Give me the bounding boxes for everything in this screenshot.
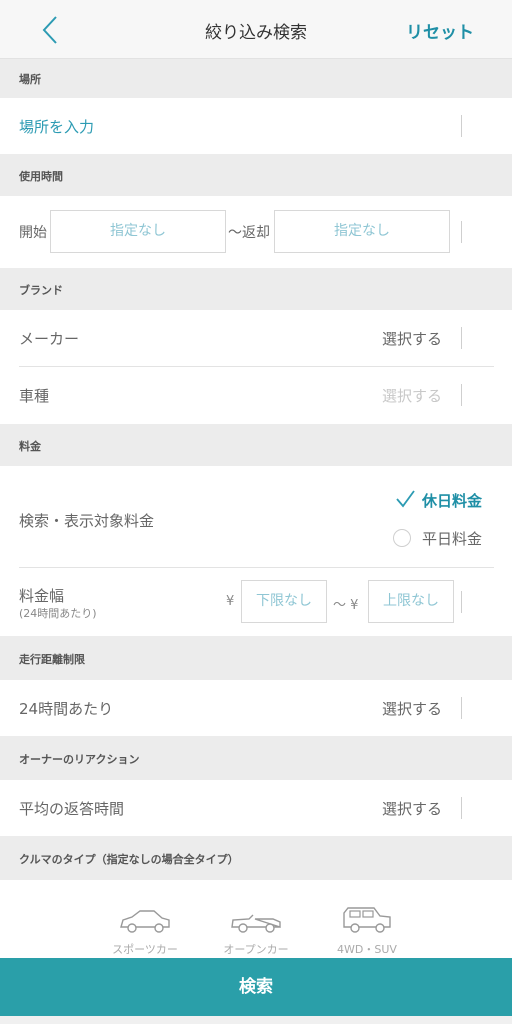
location-input[interactable]: 場所を入力 [19,116,94,137]
row-separator [461,697,462,719]
mileage-label: 24時間あたり [19,700,114,718]
model-label: 車種 [19,387,50,405]
section-header-brand: ブランド [0,268,512,310]
maker-label: メーカー [19,330,80,348]
price-target-row: 検索・表示対象料金 休日料金 平日料金 [0,466,512,568]
row-separator [461,384,462,406]
holiday-price-option[interactable]: 休日料金 [390,488,500,514]
row-separator [461,797,462,819]
car-type-suv[interactable]: 4WD・SUV [317,905,417,957]
checkmark-icon [396,490,415,508]
section-header-car-type: クルマのタイプ（指定なしの場合全タイプ） [0,836,512,880]
convertible-icon [231,914,281,933]
row-separator [461,591,462,613]
owner-response-label: 平均の返答時間 [19,800,125,818]
car-type-label: スポーツカー [112,943,178,956]
lower-price-input[interactable]: 下限なし [241,580,327,623]
price-range-row: 料金幅 (24時間あたり) ¥ 下限なし 〜 ¥ 上限なし [0,568,512,636]
start-label: 開始 [19,225,47,241]
owner-response-row[interactable]: 平均の返答時間 選択する [0,780,512,836]
car-type-label: 4WD・SUV [337,943,397,956]
mileage-select-button[interactable]: 選択する [382,698,442,719]
bottom-strip [0,1016,512,1024]
weekday-price-option[interactable]: 平日料金 [390,526,500,552]
upper-price-input[interactable]: 上限なし [368,580,454,623]
search-button[interactable]: 検索 [0,958,512,1016]
section-header-owner: オーナーのリアクション [0,736,512,780]
section-header-price: 料金 [0,424,512,466]
suv-icon [343,907,391,933]
model-row[interactable]: 車種 選択する [0,367,512,424]
price-range-label: 料金幅 [19,587,65,605]
owner-response-select-button[interactable]: 選択する [382,798,442,819]
price-range-sublabel: (24時間あたり) [19,607,97,620]
section-header-mileage: 走行距離制限 [0,636,512,680]
car-type-sports[interactable]: スポーツカー [95,905,195,957]
weekday-price-label: 平日料金 [422,530,483,548]
radio-unchecked-icon [393,529,411,547]
holiday-price-label: 休日料金 [422,492,483,510]
yen-symbol: ¥ [226,594,235,609]
reset-button[interactable]: リセット [406,18,474,43]
row-separator [461,115,462,137]
navigation-bar: 絞り込み検索 リセット [0,0,512,59]
section-header-location: 場所 [0,59,512,98]
time-row: 開始 指定なし 〜返却 指定なし [0,196,512,268]
maker-row[interactable]: メーカー 選択する [0,310,512,367]
row-separator [461,327,462,349]
car-type-label: オープンカー [223,943,289,956]
return-label: 〜返却 [228,225,270,241]
section-header-time: 使用時間 [0,154,512,196]
start-time-input[interactable]: 指定なし [50,210,226,253]
maker-select-button[interactable]: 選択する [382,328,442,349]
row-separator [461,221,462,243]
price-target-label: 検索・表示対象料金 [19,512,155,530]
location-row[interactable]: 場所を入力 [0,98,512,154]
mileage-row[interactable]: 24時間あたり 選択する [0,680,512,736]
tilde-yen: 〜 ¥ [333,598,359,613]
car-type-convertible[interactable]: オープンカー [206,905,306,957]
return-time-input[interactable]: 指定なし [274,210,450,253]
sports-car-icon [120,910,170,933]
model-select-button[interactable]: 選択する [382,385,442,406]
